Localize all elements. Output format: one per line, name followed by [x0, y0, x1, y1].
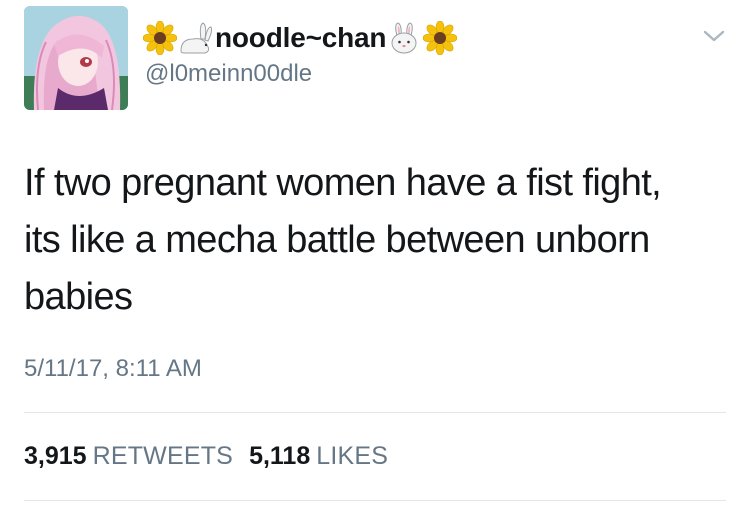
display-name-row: noodle~chan: [143, 18, 458, 58]
sunflower-icon: [143, 21, 177, 55]
likes-label[interactable]: LIKES: [316, 442, 388, 471]
chevron-down-icon[interactable]: [702, 28, 726, 44]
sunflower-icon: [423, 21, 458, 55]
divider: [24, 412, 726, 413]
likes-count[interactable]: 5,118: [249, 442, 310, 471]
avatar[interactable]: [24, 6, 128, 110]
retweets-count[interactable]: 3,915: [24, 442, 87, 471]
tweet-timestamp[interactable]: 5/11/17, 8:11 AM: [24, 355, 202, 383]
user-handle[interactable]: @l0meinn00dle: [145, 60, 312, 88]
display-name[interactable]: noodle~chan: [215, 22, 386, 54]
anime-girl-avatar-icon: [24, 6, 128, 110]
rabbit-face-icon: [389, 22, 419, 54]
retweets-label[interactable]: RETWEETS: [93, 442, 234, 471]
rabbit-icon: [177, 21, 213, 55]
engagement-stats: 3,915 RETWEETS 5,118 LIKES: [24, 442, 404, 471]
divider: [24, 500, 726, 501]
tweet-text: If two pregnant women have a fist fight,…: [24, 162, 662, 318]
